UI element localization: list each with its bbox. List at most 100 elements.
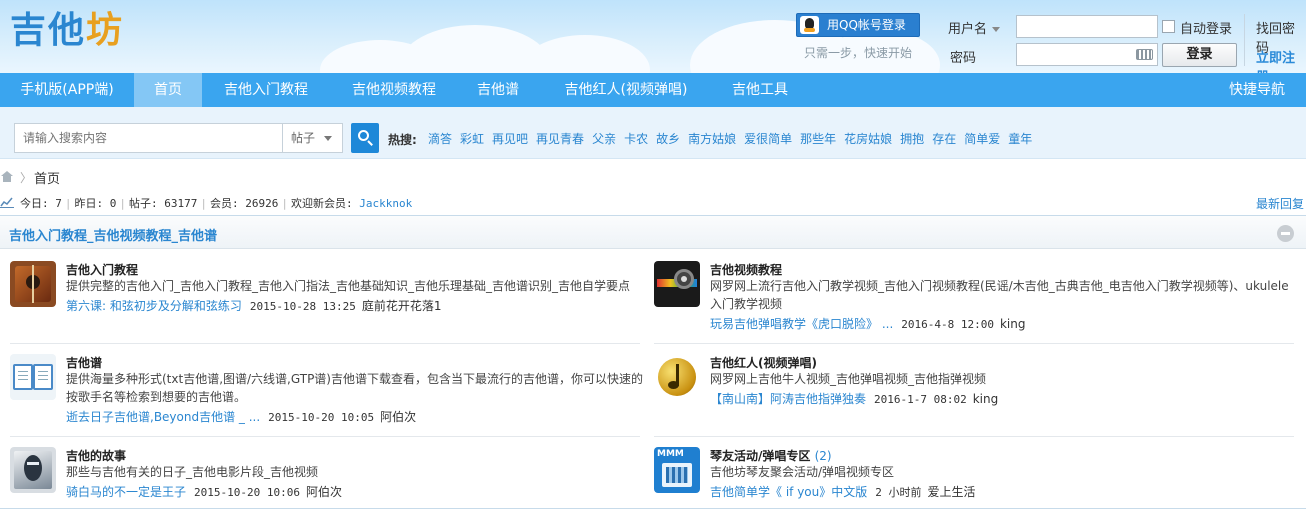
login-button[interactable]: 登录	[1162, 43, 1237, 67]
last-post-link[interactable]: 逝去日子吉他谱,Beyond吉他谱 _ ...	[66, 410, 260, 424]
last-post-link[interactable]: 骑白马的不一定是王子	[66, 485, 186, 499]
forum-title[interactable]: 吉他的故事	[66, 447, 126, 464]
forum-description: 网罗网上吉他牛人视频_吉他弹唱视频_吉他指弹视频	[710, 372, 987, 386]
collapse-icon[interactable]	[1277, 225, 1294, 242]
last-post-link[interactable]: 玩易吉他弹唱教学《虎口脱险》 ...	[710, 317, 893, 331]
last-post-user[interactable]: 庭前花开花落1	[362, 299, 442, 313]
hot-search-item[interactable]: 花房姑娘	[844, 132, 892, 146]
hot-search-item[interactable]: 故乡	[656, 132, 680, 146]
hot-search-item[interactable]: 父亲	[592, 132, 616, 146]
nav-guitar-tools[interactable]: 吉他工具	[714, 73, 806, 107]
nav-video-tutorial[interactable]: 吉他视频教程	[330, 73, 458, 107]
hot-search-item[interactable]: 童年	[1008, 132, 1032, 146]
remember-label[interactable]: 自动登录	[1180, 18, 1232, 37]
breadcrumb-current: 首页	[34, 172, 61, 187]
new-member-link[interactable]: Jackknok	[359, 197, 412, 210]
last-post-time: 2 小时前	[875, 486, 922, 499]
site-header: 吉他坊 用QQ帐号登录 只需一步，快速开始 用户名 自动登录 找回密码 密码 登…	[0, 0, 1306, 73]
last-post-user[interactable]: 阿伯次	[380, 410, 416, 424]
remember-checkbox[interactable]	[1162, 20, 1175, 33]
video-reel-icon[interactable]	[654, 261, 700, 307]
forum-title[interactable]: 吉他谱	[66, 354, 102, 371]
search-icon	[358, 130, 369, 141]
forum-item: 吉他入门教程 提供完整的吉他入门_吉他入门教程_吉他入门指法_吉他基础知识_吉他…	[10, 261, 640, 349]
hot-search-item[interactable]: 爱很简单	[744, 132, 792, 146]
last-post-time: 2016-1-7 08:02	[874, 393, 967, 406]
last-post-user[interactable]: 爱上生活	[928, 485, 976, 499]
qq-login-subtext: 只需一步，快速开始	[804, 46, 913, 60]
search-button[interactable]	[351, 123, 379, 153]
username-label[interactable]: 用户名	[948, 18, 1001, 37]
last-post-user[interactable]: king	[1000, 317, 1026, 331]
row-divider	[654, 343, 1294, 344]
forum-title[interactable]: 吉他视频教程	[710, 261, 782, 278]
forum-item: 吉他视频教程 网罗网上流行吉他入门教学视频_吉他入门视频教程(民谣/木吉他_古典…	[654, 261, 1294, 349]
search-type-select[interactable]: 帖子	[282, 123, 343, 153]
music-note-icon[interactable]	[654, 354, 700, 400]
hot-search-item[interactable]: 滴答	[428, 132, 452, 146]
last-post-link[interactable]: 第六课: 和弦初步及分解和弦练习	[66, 299, 242, 313]
hot-search-item[interactable]: 简单爱	[964, 132, 1000, 146]
row-divider	[10, 436, 640, 437]
hot-search-item[interactable]: 再见青春	[536, 132, 584, 146]
forum-title[interactable]: 吉他入门教程	[66, 261, 138, 278]
portrait-icon[interactable]	[10, 447, 56, 493]
last-post-time: 2015-10-20 10:05	[268, 411, 375, 424]
hot-search-item[interactable]: 存在	[932, 132, 956, 146]
box-bottom-border	[0, 508, 1306, 509]
stats-yesterday-value: 0	[109, 197, 117, 210]
nav-tabs[interactable]: 吉他谱	[458, 73, 538, 107]
chevron-down-icon	[324, 136, 332, 141]
nav-beginner-tutorial[interactable]: 吉他入门教程	[202, 73, 330, 107]
latest-replies-link[interactable]: 最新回复	[1256, 195, 1304, 212]
hot-search-label: 热搜:	[388, 133, 417, 147]
keyboard-icon[interactable]	[1136, 49, 1153, 60]
mmm-video-icon[interactable]: MMM	[654, 447, 700, 493]
forum-title[interactable]: 琴友活动/弹唱专区 (2)	[710, 447, 832, 464]
username-input[interactable]	[1016, 15, 1158, 38]
stats-members-value: 26926	[245, 197, 279, 210]
last-post-time: 2015-10-20 10:06	[194, 486, 300, 499]
stats-today-value: 7	[55, 197, 62, 210]
forum-item: 吉他红人(视频弹唱) 网罗网上吉他牛人视频_吉他弹唱视频_吉他指弹视频 【南山南…	[654, 354, 1294, 442]
nav-home[interactable]: 首页	[134, 73, 202, 107]
hot-search-item[interactable]: 那些年	[800, 132, 836, 146]
forum-thread-count: (2)	[814, 449, 832, 463]
forum-last-post: 逝去日子吉他谱,Beyond吉他谱 _ ... 2015-10-20 10:05 阿…	[66, 408, 416, 425]
forum-title[interactable]: 吉他红人(视频弹唱)	[710, 354, 817, 371]
forum-last-post: 第六课: 和弦初步及分解和弦练习 2015-10-28 13:25 庭前花开花落1	[66, 297, 441, 314]
hot-search-item[interactable]: 再见吧	[492, 132, 528, 146]
last-post-user[interactable]: king	[973, 392, 999, 406]
home-icon[interactable]	[1, 171, 14, 182]
nav-shortcut[interactable]: 快捷导航	[1214, 73, 1300, 107]
hot-search-item[interactable]: 彩虹	[460, 132, 484, 146]
forum-description: 提供完整的吉他入门_吉他入门教程_吉他入门指法_吉他基础知识_吉他乐理基础_吉他…	[66, 279, 631, 293]
hot-search-item[interactable]: 拥抱	[900, 132, 924, 146]
guitar-icon[interactable]	[10, 261, 56, 307]
forum-stats: 今日: 7 | 昨日: 0 | 帖子: 63177 | 会员: 26926 | 欢迎新会员: J…	[20, 197, 413, 210]
last-post-time: 2016-4-8 12:00	[901, 318, 994, 331]
hot-search-item[interactable]: 南方姑娘	[688, 132, 736, 146]
last-post-link[interactable]: 【南山南】阿涛吉他指弹独奏	[710, 392, 866, 406]
nav-guitar-stars[interactable]: 吉他红人(视频弹唱)	[538, 73, 714, 107]
stats-yesterday-label: 昨日:	[74, 197, 104, 210]
book-icon[interactable]	[10, 354, 56, 400]
stats-welcome-label: 欢迎新会员:	[291, 197, 353, 210]
stats-posts-label: 帖子:	[129, 197, 158, 210]
site-logo[interactable]: 吉他坊	[10, 8, 124, 52]
stats-members-label: 会员:	[210, 197, 239, 210]
last-post-link[interactable]: 吉他简单学《 if you》中文版	[710, 485, 867, 499]
category-title[interactable]: 吉他入门教程_吉他视频教程_吉他谱	[9, 225, 217, 244]
search-input[interactable]	[14, 123, 284, 153]
forum-item: 吉他谱 提供海量多种形式(txt吉他谱,图谱/六线谱,GTP谱)吉他谱下载查看，…	[10, 354, 643, 442]
register-link[interactable]: 立即注册	[1256, 47, 1306, 73]
forum-item: MMM 琴友活动/弹唱专区 (2) 吉他坊琴友聚会活动/弹唱视频专区 吉他简单学…	[654, 447, 1294, 514]
hot-search-item[interactable]: 卡农	[624, 132, 648, 146]
main-nav: 手机版(APP端) 首页 吉他入门教程 吉他视频教程 吉他谱 吉他红人(视频弹唱…	[0, 73, 1306, 107]
nav-mobile-app[interactable]: 手机版(APP端)	[0, 73, 134, 107]
last-post-user[interactable]: 阿伯次	[306, 485, 342, 499]
row-divider	[10, 343, 640, 344]
forum-description: 那些与吉他有关的日子_吉他电影片段_吉他视频	[66, 465, 319, 479]
forum-last-post: 吉他简单学《 if you》中文版 2 小时前 爱上生活	[710, 483, 976, 500]
qq-login-button[interactable]: 用QQ帐号登录	[796, 13, 920, 37]
